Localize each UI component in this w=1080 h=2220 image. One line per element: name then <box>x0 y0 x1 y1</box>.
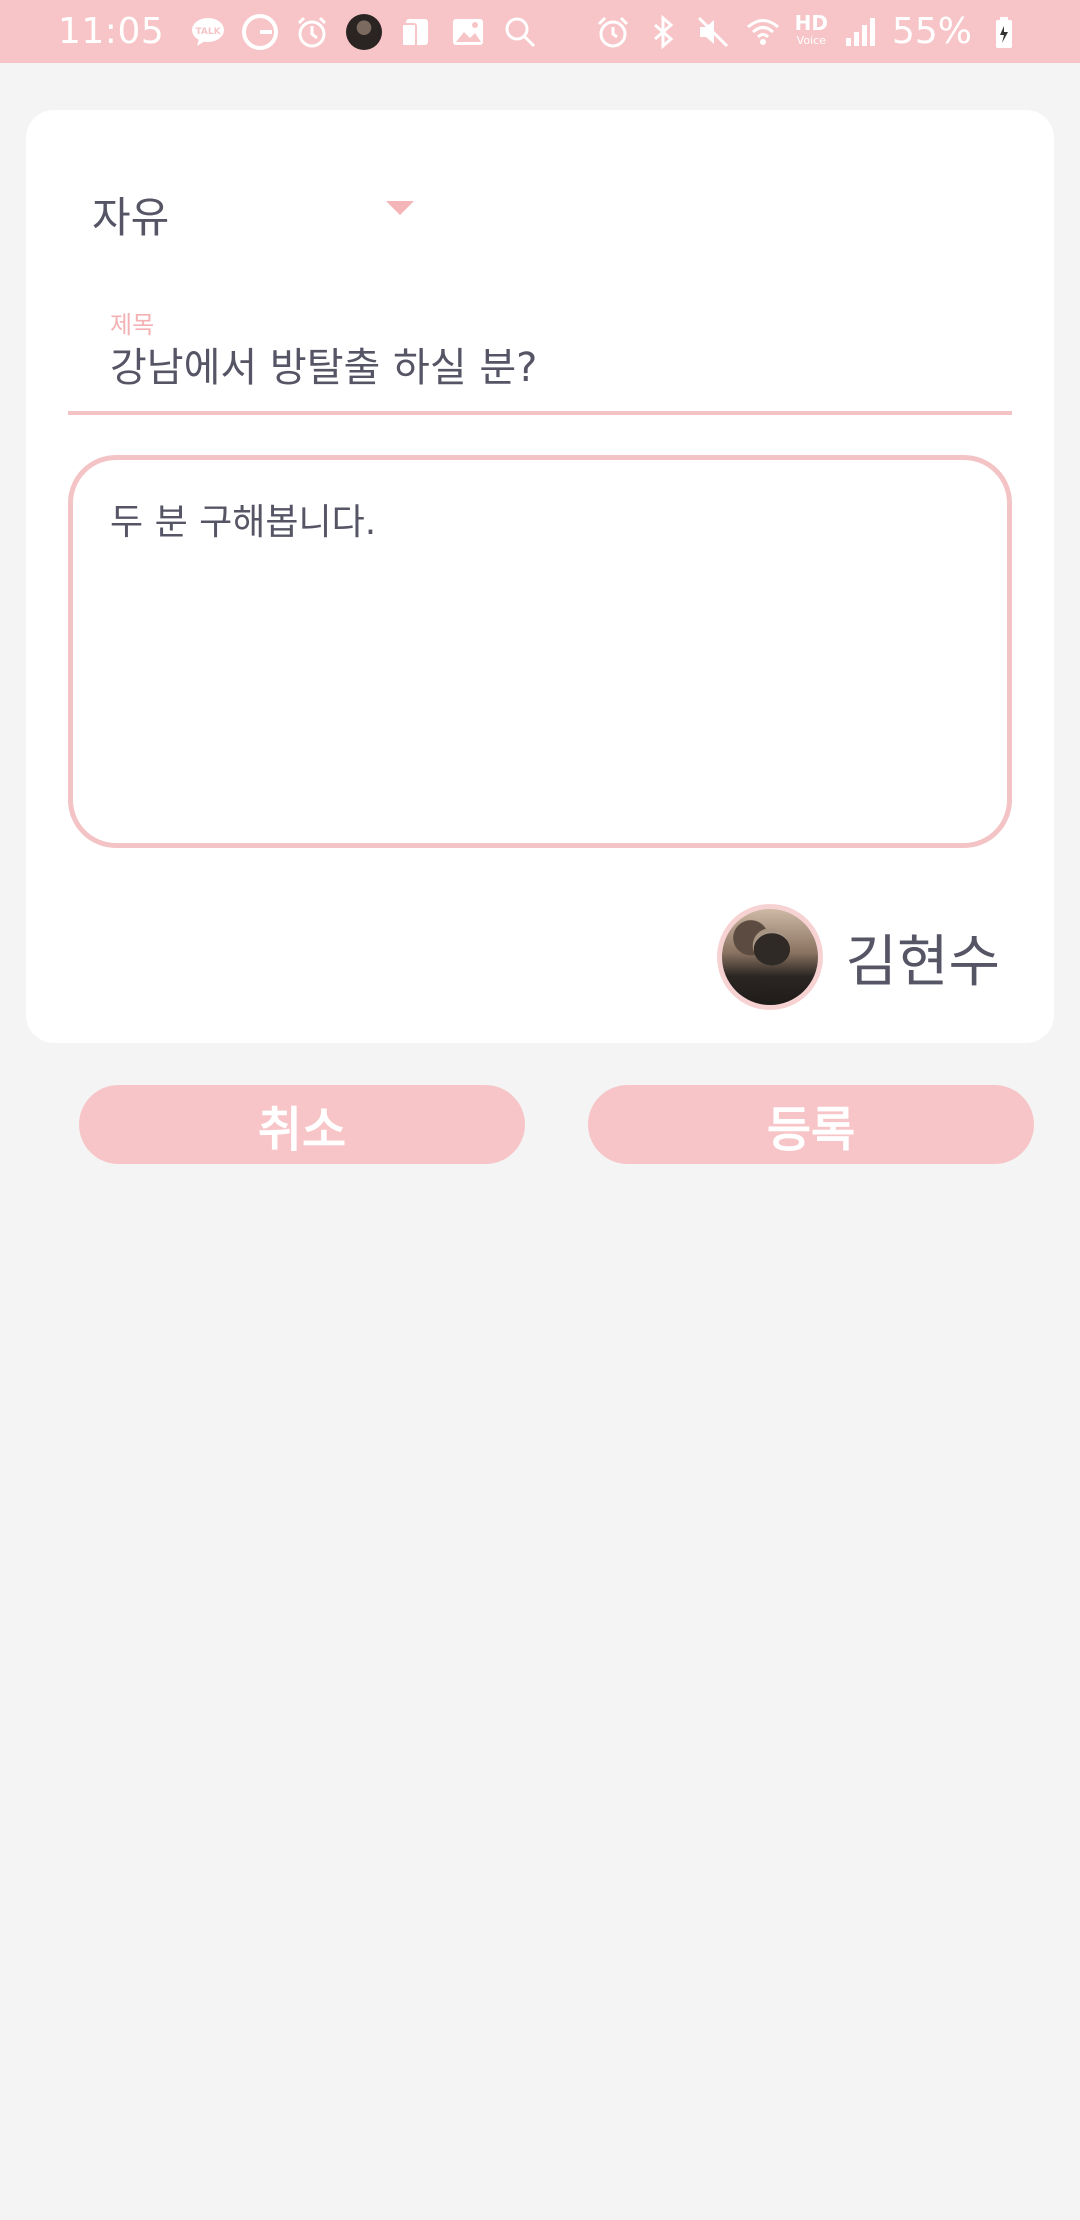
avatar <box>717 904 824 1010</box>
author-info: 김현수 <box>717 902 1000 1012</box>
status-bar-left: 11:05 TALK <box>58 11 538 52</box>
status-time: 11:05 <box>58 11 165 52</box>
status-bar: 11:05 TALK HD Voice 55% <box>0 0 1080 63</box>
content-textarea-value[interactable]: 두 분 구해봅니다. <box>110 493 376 545</box>
signal-icon <box>842 14 878 50</box>
title-field[interactable]: 제목 강남에서 방탈출 하실 분? <box>68 305 1012 415</box>
battery-icon <box>986 14 1022 50</box>
hd-voice-icon: HD Voice <box>794 10 828 50</box>
talk-icon: TALK <box>190 14 226 50</box>
wifi-icon <box>745 14 781 50</box>
google-icon <box>242 13 279 50</box>
submit-button[interactable]: 등록 <box>588 1085 1034 1164</box>
title-input-value[interactable]: 강남에서 방탈출 하실 분? <box>110 335 537 393</box>
author-name: 김현수 <box>845 929 1000 995</box>
mute-icon <box>695 14 731 50</box>
category-selected-value: 자유 <box>92 192 170 242</box>
alarm-icon <box>595 14 631 50</box>
svg-text:TALK: TALK <box>196 27 222 37</box>
hd-label: HD <box>794 10 828 35</box>
post-form-card: 자유 제목 강남에서 방탈출 하실 분? 두 분 구해봅니다. 김현수 <box>26 110 1054 1043</box>
content-textarea[interactable]: 두 분 구해봅니다. <box>68 455 1012 848</box>
cancel-button[interactable]: 취소 <box>79 1085 525 1164</box>
battery-percentage: 55% <box>891 11 972 52</box>
bluetooth-icon <box>645 14 681 50</box>
gallery-icon <box>450 14 486 50</box>
hd-sub-label: Voice <box>796 33 826 47</box>
notes-icon <box>398 14 434 50</box>
status-bar-right: HD Voice 55% <box>595 11 1022 52</box>
avatar-photo <box>722 909 819 1005</box>
contact-avatar-icon <box>346 13 383 50</box>
alarm-app-icon <box>294 14 330 50</box>
search-icon <box>502 14 538 50</box>
chevron-down-icon[interactable] <box>386 201 414 215</box>
